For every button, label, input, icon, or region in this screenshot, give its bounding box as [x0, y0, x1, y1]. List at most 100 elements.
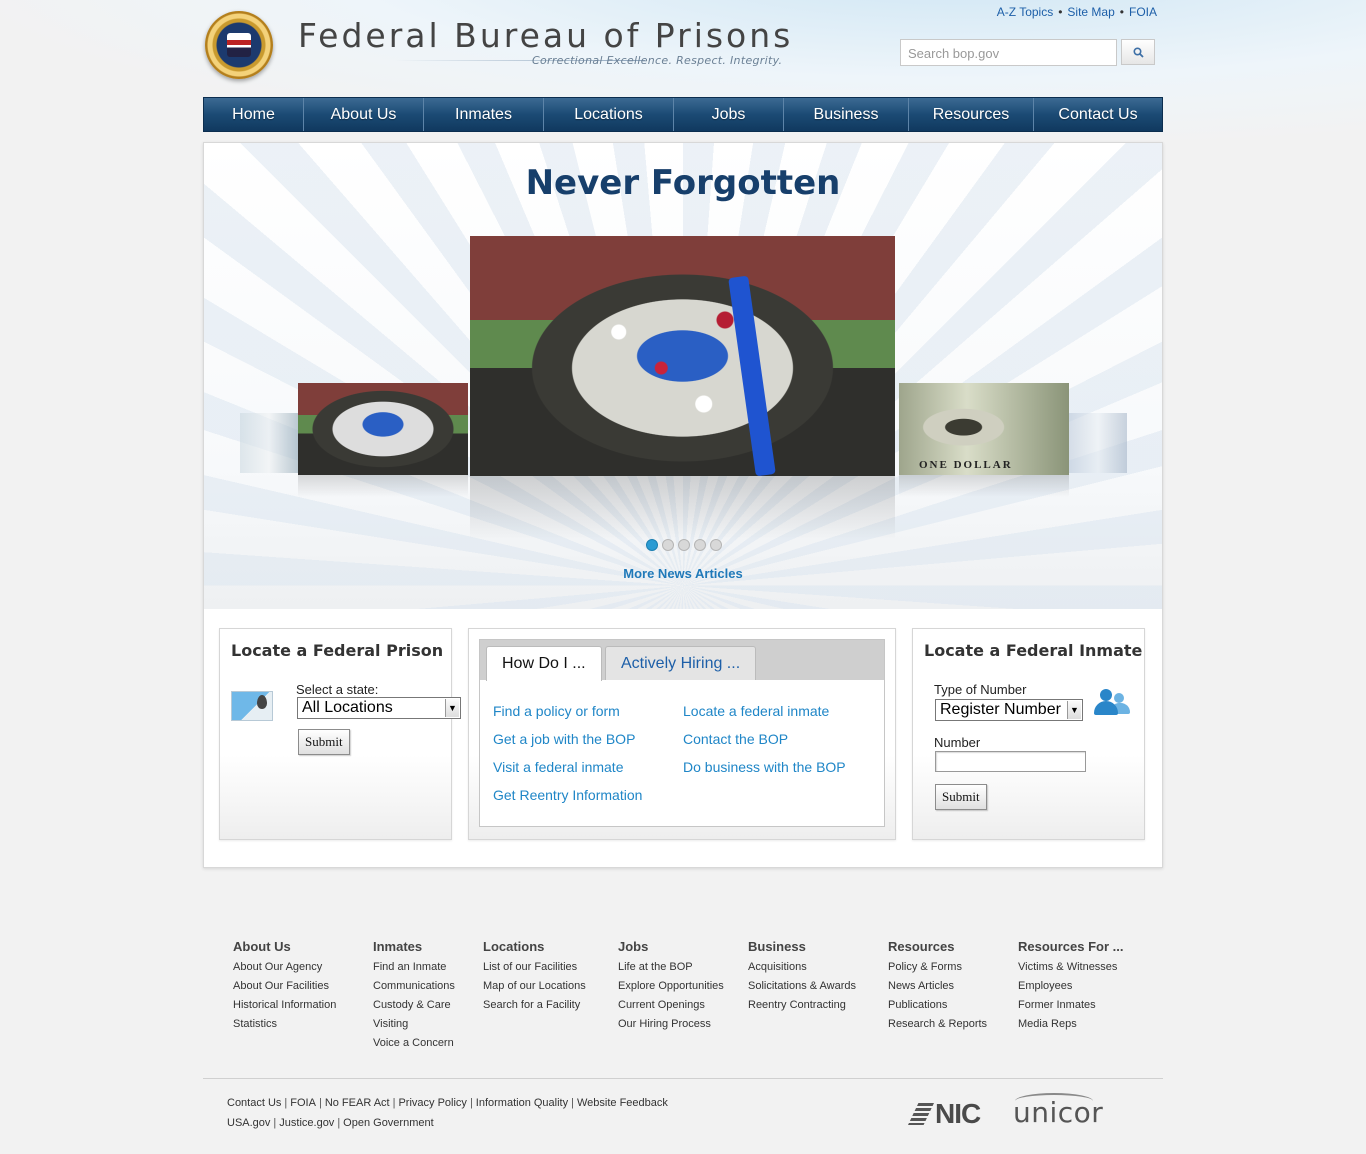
footer-link[interactable]: Map of our Locations [483, 977, 586, 996]
nav-resources[interactable]: Resources [909, 98, 1034, 131]
footer-link[interactable]: Life at the BOP [618, 958, 724, 977]
legal-link-privacy-policy[interactable]: Privacy Policy [398, 1097, 466, 1109]
legal-link-no-fear-act[interactable]: No FEAR Act [325, 1097, 390, 1109]
inmate-number-input[interactable] [935, 751, 1086, 772]
unicor-logo[interactable]: unicor [1013, 1093, 1103, 1129]
number-label: Number [934, 735, 981, 750]
footer-link[interactable]: Former Inmates [1018, 996, 1123, 1015]
visit-inmate-link[interactable]: Visit a federal inmate [493, 759, 623, 775]
tab-actively-hiring[interactable]: Actively Hiring ... [605, 646, 757, 680]
carousel-slide-main[interactable] [470, 236, 895, 476]
site-map-link[interactable]: Site Map [1067, 5, 1114, 19]
how-do-i-tab-panel: How Do I ... Actively Hiring ... Find a … [479, 639, 885, 827]
footer-link[interactable]: Custody & Care [373, 996, 455, 1015]
footer-column-inmates: Inmates Find an Inmate Communications Cu… [373, 939, 455, 1053]
people-icon [1090, 687, 1134, 721]
map-icon [231, 691, 273, 721]
legal-links-row-1: Contact Us | FOIA | No FEAR Act | Privacy Poli… [227, 1097, 668, 1109]
reentry-info-link[interactable]: Get Reentry Information [493, 787, 642, 803]
number-type-select[interactable]: Register Number ▼ [935, 699, 1083, 721]
locate-inmate-submit-button[interactable]: Submit [935, 784, 987, 810]
footer-link[interactable]: Find an Inmate [373, 958, 455, 977]
footer-column-resources-for: Resources For ... Victims & Witnesses Em… [1018, 939, 1123, 1034]
footer-link[interactable]: About Our Facilities [233, 977, 336, 996]
footer-link[interactable]: News Articles [888, 977, 987, 996]
carousel-slide-far-left[interactable] [240, 413, 298, 473]
footer-link[interactable]: Victims & Witnesses [1018, 958, 1123, 977]
foia-link[interactable]: FOIA [1129, 5, 1157, 19]
carousel-dot-4[interactable] [694, 539, 706, 551]
footer-heading[interactable]: Locations [483, 939, 586, 954]
footer-link[interactable]: Policy & Forms [888, 958, 987, 977]
locate-prison-widget: Locate a Federal Prison Select a state: … [219, 628, 461, 840]
nav-about-us[interactable]: About Us [304, 98, 424, 131]
footer-heading[interactable]: Resources [888, 939, 987, 954]
legal-link-open-government[interactable]: Open Government [343, 1117, 434, 1129]
footer-link[interactable]: Acquisitions [748, 958, 856, 977]
carousel-headline[interactable]: Never Forgotten [204, 163, 1162, 203]
nav-jobs[interactable]: Jobs [674, 98, 784, 131]
footer-link[interactable]: Publications [888, 996, 987, 1015]
footer-link[interactable]: Current Openings [618, 996, 724, 1015]
more-news-link[interactable]: More News Articles [204, 566, 1162, 581]
carousel-slide-right[interactable]: ONE DOLLAR [899, 383, 1069, 475]
footer-heading[interactable]: Resources For ... [1018, 939, 1123, 954]
footer-link[interactable]: List of our Facilities [483, 958, 586, 977]
carousel-dot-5[interactable] [710, 539, 722, 551]
footer-link[interactable]: Explore Opportunities [618, 977, 724, 996]
tab-how-do-i[interactable]: How Do I ... [486, 646, 602, 681]
footer-link[interactable]: Statistics [233, 1015, 336, 1034]
bop-seal-logo[interactable] [205, 11, 273, 79]
nav-home[interactable]: Home [204, 98, 304, 131]
legal-link-website-feedback[interactable]: Website Feedback [577, 1097, 668, 1109]
carousel-dot-2[interactable] [662, 539, 674, 551]
footer-link[interactable]: Search for a Facility [483, 996, 586, 1015]
footer-link[interactable]: Media Reps [1018, 1015, 1123, 1034]
footer-link[interactable]: Reentry Contracting [748, 996, 856, 1015]
get-job-link[interactable]: Get a job with the BOP [493, 731, 635, 747]
footer-heading[interactable]: Business [748, 939, 856, 954]
footer-link[interactable]: Communications [373, 977, 455, 996]
search-button[interactable] [1121, 39, 1155, 65]
locate-inmate-link[interactable]: Locate a federal inmate [683, 703, 829, 719]
contact-bop-link[interactable]: Contact the BOP [683, 731, 788, 747]
legal-link-contact-us[interactable]: Contact Us [227, 1097, 281, 1109]
slide-reflection [298, 475, 468, 497]
footer-link[interactable]: Our Hiring Process [618, 1015, 724, 1034]
nav-business[interactable]: Business [784, 98, 909, 131]
number-type-value: Register Number [940, 701, 1061, 718]
carousel-dot-3[interactable] [678, 539, 690, 551]
nav-inmates[interactable]: Inmates [424, 98, 544, 131]
nic-logo[interactable]: NIC [908, 1098, 981, 1130]
az-topics-link[interactable]: A-Z Topics [997, 5, 1053, 19]
footer-link[interactable]: Visiting [373, 1015, 455, 1034]
carousel-pagination [646, 539, 722, 551]
carousel-dot-1[interactable] [646, 539, 658, 551]
state-select[interactable]: All Locations ▼ [297, 697, 461, 719]
footer-link[interactable]: Research & Reports [888, 1015, 987, 1034]
legal-link-justice-gov[interactable]: Justice.gov [279, 1117, 334, 1129]
footer-divider [203, 1078, 1163, 1079]
nav-contact-us[interactable]: Contact Us [1034, 98, 1162, 131]
carousel-slide-far-right[interactable] [1069, 413, 1127, 473]
main-panel: Never Forgotten ONE DOLLAR More News Art… [203, 142, 1163, 868]
footer-link[interactable]: About Our Agency [233, 958, 336, 977]
search-input[interactable]: Search bop.gov [900, 39, 1117, 66]
find-policy-link[interactable]: Find a policy or form [493, 703, 620, 719]
footer-link[interactable]: Solicitations & Awards [748, 977, 856, 996]
footer-heading[interactable]: About Us [233, 939, 336, 954]
footer-heading[interactable]: Inmates [373, 939, 455, 954]
locate-prison-submit-button[interactable]: Submit [298, 729, 350, 755]
legal-link-foia[interactable]: FOIA [290, 1097, 316, 1109]
footer-heading[interactable]: Jobs [618, 939, 724, 954]
footer-link[interactable]: Employees [1018, 977, 1123, 996]
legal-link-information-quality[interactable]: Information Quality [476, 1097, 568, 1109]
site-title[interactable]: Federal Bureau of Prisons [298, 16, 793, 55]
carousel-slide-left[interactable] [298, 383, 468, 475]
legal-link-usa-gov[interactable]: USA.gov [227, 1117, 270, 1129]
do-business-link[interactable]: Do business with the BOP [683, 759, 846, 775]
footer-link[interactable]: Historical Information [233, 996, 336, 1015]
main-nav: Home About Us Inmates Locations Jobs Bus… [203, 97, 1163, 132]
nav-locations[interactable]: Locations [544, 98, 674, 131]
footer-link[interactable]: Voice a Concern [373, 1034, 455, 1053]
